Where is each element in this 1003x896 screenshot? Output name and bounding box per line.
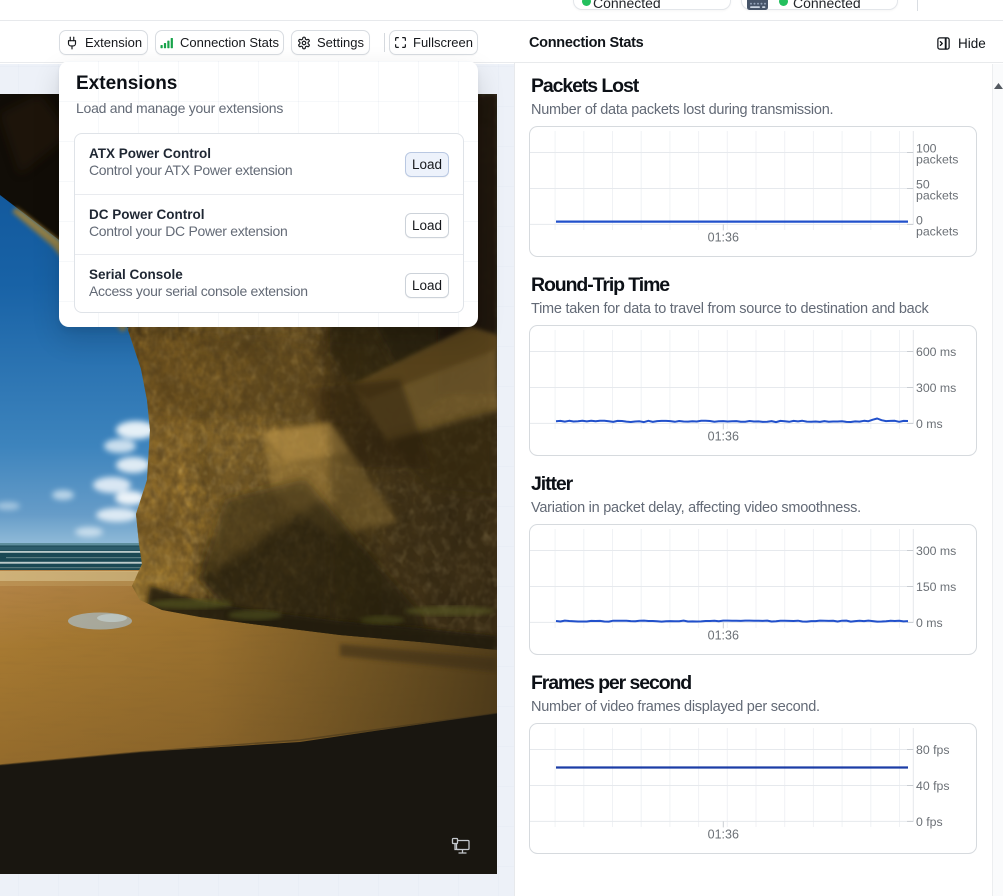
svg-text:01:36: 01:36	[708, 828, 739, 842]
svg-text:0 fps: 0 fps	[916, 815, 943, 829]
svg-text:300 ms: 300 ms	[916, 381, 956, 395]
svg-text:01:36: 01:36	[708, 430, 739, 444]
svg-text:packets: packets	[916, 153, 958, 167]
svg-text:150 ms: 150 ms	[916, 580, 956, 594]
svg-text:packets: packets	[916, 225, 958, 239]
svg-text:01:36: 01:36	[708, 231, 739, 245]
svg-text:packets: packets	[916, 189, 958, 203]
svg-text:80 fps: 80 fps	[916, 743, 950, 757]
svg-text:0 ms: 0 ms	[916, 417, 943, 431]
svg-text:0 ms: 0 ms	[916, 616, 943, 630]
svg-text:600 ms: 600 ms	[916, 345, 956, 359]
svg-text:01:36: 01:36	[708, 629, 739, 643]
svg-text:300 ms: 300 ms	[916, 544, 956, 558]
svg-text:40 fps: 40 fps	[916, 779, 950, 793]
